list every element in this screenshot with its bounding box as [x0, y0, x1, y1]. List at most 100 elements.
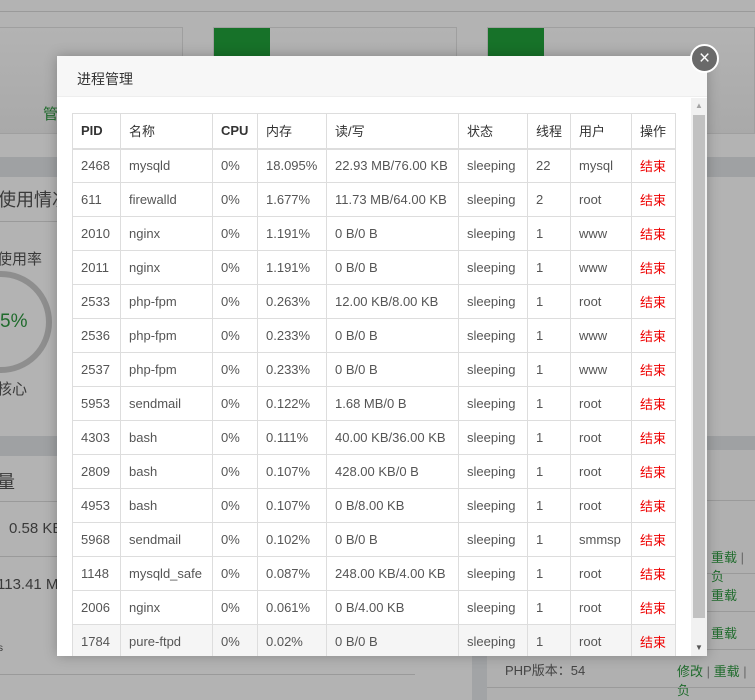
threads-cell: 1 — [526, 454, 572, 489]
kill-process-button[interactable]: 结束 — [631, 488, 677, 523]
status-cell: sleeping — [458, 352, 528, 387]
more-link[interactable]: 负 — [677, 683, 690, 698]
column-header-user[interactable]: 用户 — [570, 113, 633, 150]
kill-process-button[interactable]: 结束 — [631, 624, 677, 656]
column-header-io[interactable]: 读/写 — [326, 113, 459, 150]
table-row: 4953 bash 0% 0.107% 0 B/8.00 KB sleeping 1 root… — [72, 488, 677, 523]
memory-cell: 0.087% — [257, 556, 327, 591]
status-cell: sleeping — [458, 420, 528, 455]
cpu-cell: 0% — [212, 216, 258, 251]
column-header-pid[interactable]: PID — [72, 113, 121, 150]
close-dialog-button[interactable]: × — [690, 44, 719, 73]
traffic-up-value: 0.58 KB — [9, 520, 63, 537]
pid-cell: 2536 — [72, 318, 121, 353]
kill-process-button[interactable]: 结束 — [631, 386, 677, 421]
kill-process-button[interactable]: 结束 — [631, 522, 677, 557]
io-cell: 0 B/0 B — [326, 250, 459, 285]
status-cell: sleeping — [458, 454, 528, 489]
scroll-down-icon[interactable]: ▼ — [691, 640, 707, 656]
memory-cell: 0.233% — [257, 352, 327, 387]
cpu-cell: 0% — [212, 624, 258, 656]
memory-cell: 18.095% — [257, 148, 327, 183]
pid-cell: 2468 — [72, 148, 121, 183]
table-row: 2533 php-fpm 0% 0.263% 12.00 KB/8.00 KB sleep… — [72, 284, 677, 319]
threads-cell: 1 — [526, 488, 572, 523]
pid-cell: 2537 — [72, 352, 121, 387]
column-header-action: 操作 — [631, 113, 677, 150]
scrollbar-thumb[interactable] — [693, 115, 705, 618]
divider — [0, 11, 755, 12]
kill-process-button[interactable]: 结束 — [631, 216, 677, 251]
reload-link[interactable]: 重载 — [711, 550, 737, 565]
table-row: 5953 sendmail 0% 0.122% 1.68 MB/0 Bsleeping 1… — [72, 386, 677, 421]
status-cell: sleeping — [458, 522, 528, 557]
kill-process-button[interactable]: 结束 — [631, 250, 677, 285]
kill-process-button[interactable]: 结束 — [631, 148, 677, 183]
name-cell: nginx — [120, 250, 213, 285]
table-row: 2468 mysqld 0% 18.095% 22.93 MB/76.00 KB slee… — [72, 148, 677, 183]
traffic-title: 量 — [0, 472, 15, 492]
io-cell: 0 B/0 B — [326, 318, 459, 353]
pid-cell: 2809 — [72, 454, 121, 489]
name-cell: sendmail — [120, 386, 213, 421]
dialog-body: PID 名称 CPU 内存 读/写 状态 线程 用户 操作 2468 mysqld… — [57, 98, 707, 656]
name-cell: bash — [120, 420, 213, 455]
memory-cell: 1.677% — [257, 182, 327, 217]
kill-process-button[interactable]: 结束 — [631, 590, 677, 625]
divider — [0, 674, 415, 675]
kill-process-button[interactable]: 结束 — [631, 284, 677, 319]
reload-link[interactable]: 重载 — [714, 664, 740, 679]
memory-cell: 0.102% — [257, 522, 327, 557]
kill-process-button[interactable]: 结束 — [631, 318, 677, 353]
pid-cell: 1148 — [72, 556, 121, 591]
cores-label: 核心 — [0, 381, 28, 398]
kill-process-button[interactable]: 结束 — [631, 420, 677, 455]
pid-cell: 2011 — [72, 250, 121, 285]
user-cell: www — [570, 250, 633, 285]
memory-cell: 0.107% — [257, 454, 327, 489]
reload-link[interactable]: 重载 — [711, 623, 737, 642]
name-cell: mysqld — [120, 148, 213, 183]
kill-process-button[interactable]: 结束 — [631, 352, 677, 387]
user-cell: root — [570, 182, 633, 217]
reload-link[interactable]: 重载 — [711, 585, 737, 604]
table-row: 611 firewalld 0% 1.677% 11.73 MB/64.00 KB sle… — [72, 182, 677, 217]
dialog-scrollbar[interactable]: ▲ ▼ — [691, 98, 707, 656]
threads-cell: 1 — [526, 216, 572, 251]
io-cell: 0 B/8.00 KB — [326, 488, 459, 523]
cpu-cell: 0% — [212, 148, 258, 183]
status-cell: sleeping — [458, 624, 528, 656]
php-row-actions: 修改 | 重载 | 负 — [677, 661, 755, 699]
divider — [0, 221, 60, 222]
pid-cell: 4953 — [72, 488, 121, 523]
name-cell: bash — [120, 454, 213, 489]
status-cell: sleeping — [458, 182, 528, 217]
column-header-cpu[interactable]: CPU — [212, 113, 258, 150]
column-header-threads[interactable]: 线程 — [526, 113, 572, 150]
memory-cell: 0.111% — [257, 420, 327, 455]
modify-link[interactable]: 修改 — [677, 664, 703, 679]
scroll-up-icon[interactable]: ▲ — [691, 98, 707, 114]
kill-process-button[interactable]: 结束 — [631, 454, 677, 489]
threads-cell: 1 — [526, 624, 572, 656]
threads-cell: 1 — [526, 590, 572, 625]
cpu-cell: 0% — [212, 556, 258, 591]
name-cell: nginx — [120, 216, 213, 251]
separator: | — [740, 550, 745, 565]
more-link[interactable]: 负 — [711, 569, 724, 584]
kill-process-button[interactable]: 结束 — [631, 182, 677, 217]
usage-label: 使用率 — [0, 251, 43, 268]
column-header-name[interactable]: 名称 — [120, 113, 213, 150]
cpu-cell: 0% — [212, 352, 258, 387]
divider — [487, 687, 755, 688]
user-cell: smmsp — [570, 522, 633, 557]
name-cell: bash — [120, 488, 213, 523]
name-cell: php-fpm — [120, 284, 213, 319]
memory-cell: 0.02% — [257, 624, 327, 656]
column-header-memory[interactable]: 内存 — [257, 113, 327, 150]
status-cell: sleeping — [458, 556, 528, 591]
column-header-status[interactable]: 状态 — [458, 113, 528, 150]
kill-process-button[interactable]: 结束 — [631, 556, 677, 591]
manage-link[interactable]: 管 — [43, 103, 58, 124]
user-cell: www — [570, 318, 633, 353]
